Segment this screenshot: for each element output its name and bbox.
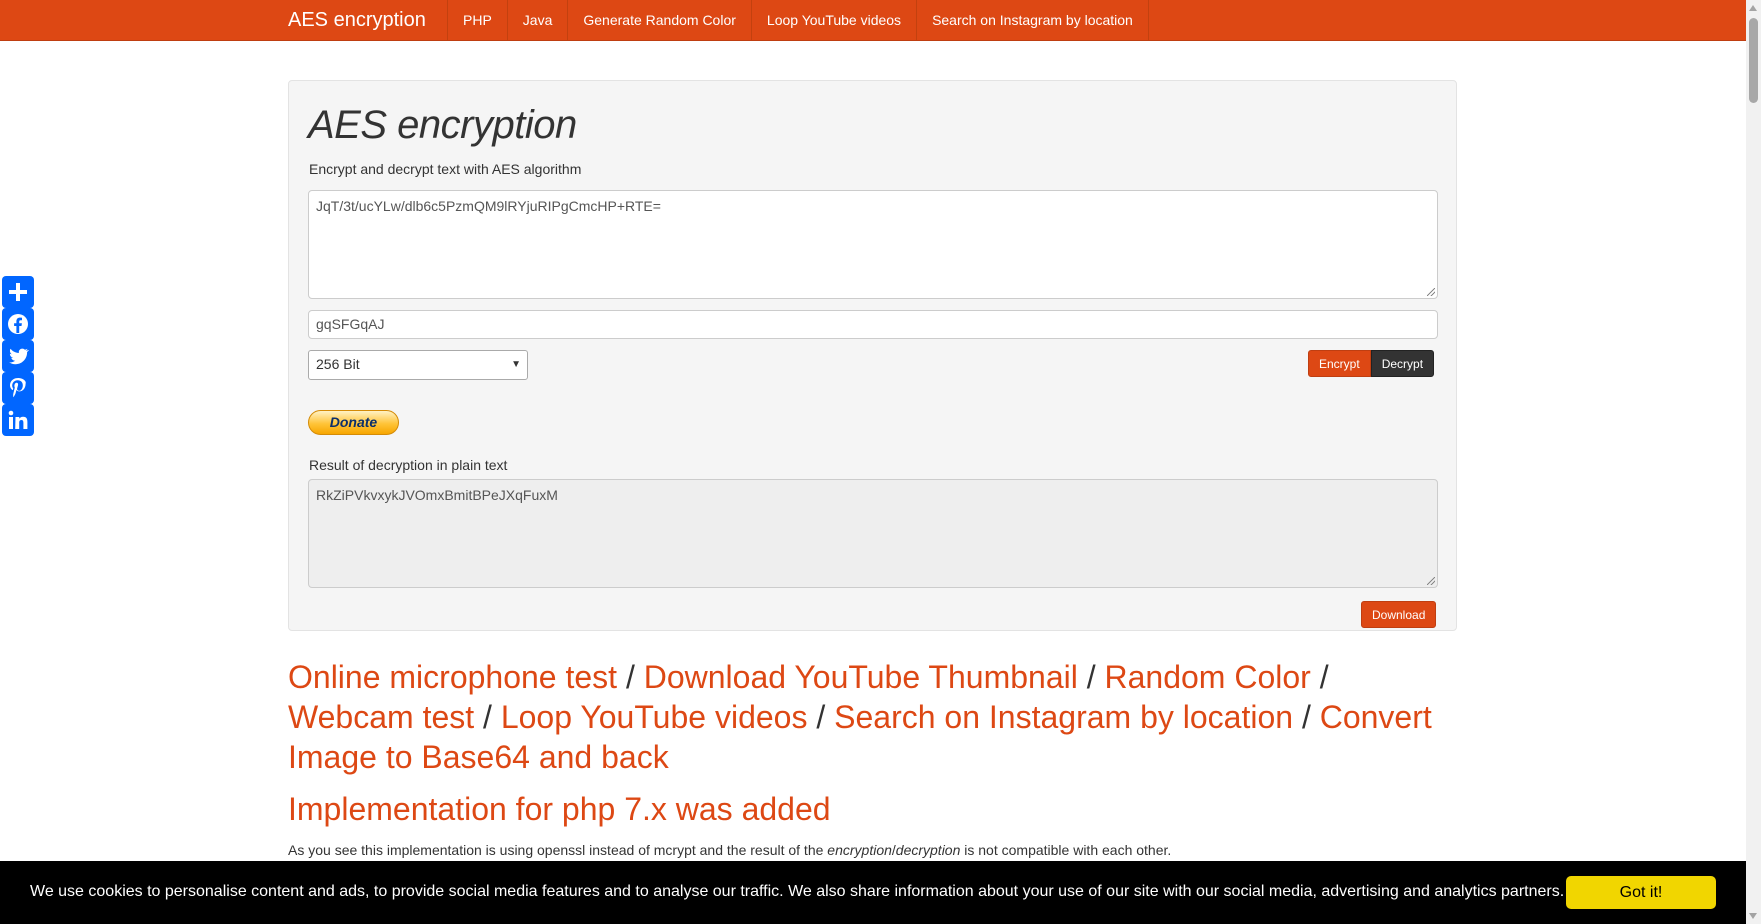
link-separator: / [474, 699, 501, 735]
resize-handle-icon[interactable] [1427, 288, 1435, 296]
nav-item-loop-youtube[interactable]: Loop YouTube videos [750, 0, 916, 40]
secret-key-input[interactable]: gqSFGqAJ [308, 310, 1438, 339]
result-text-value: RkZiPVkvxykJVOmxBmitBPeJXqFuxM [316, 487, 558, 503]
chevron-down-icon: ▼ [511, 359, 521, 370]
donate-button[interactable]: Donate [308, 410, 399, 435]
nav-item-php[interactable]: PHP [447, 0, 507, 40]
link-separator: / [1077, 659, 1105, 695]
link-instagram-location[interactable]: Search on Instagram by location [834, 699, 1293, 735]
top-navbar: AES encryption PHP Java Generate Random … [0, 0, 1746, 41]
encrypt-button[interactable]: Encrypt [1308, 350, 1371, 377]
link-random-color[interactable]: Random Color [1105, 659, 1311, 695]
cookie-banner: We use cookies to personalise content an… [0, 861, 1746, 924]
key-size-value: 256 Bit [316, 356, 360, 372]
cookie-accept-button[interactable]: Got it! [1566, 876, 1716, 909]
page-scrollbar[interactable] [1746, 0, 1761, 924]
link-microphone-test[interactable]: Online microphone test [288, 659, 617, 695]
social-share-bar [2, 276, 34, 436]
input-text-area[interactable]: JqT/3t/ucYLw/dlb6c5PzmQM9lRYjuRIPgCmcHP+… [308, 190, 1438, 299]
link-loop-youtube[interactable]: Loop YouTube videos [501, 699, 808, 735]
page-title: AES encryption [308, 103, 577, 147]
scroll-down-arrow-icon[interactable] [1749, 913, 1757, 919]
page-subtitle: Encrypt and decrypt text with AES algori… [309, 161, 582, 177]
input-text-value: JqT/3t/ucYLw/dlb6c5PzmQM9lRYjuRIPgCmcHP+… [316, 198, 661, 214]
twitter-icon[interactable] [2, 340, 34, 372]
decrypt-button[interactable]: Decrypt [1370, 350, 1435, 377]
aes-tool-panel: AES encryption Encrypt and decrypt text … [288, 80, 1457, 631]
link-webcam-test[interactable]: Webcam test [288, 699, 474, 735]
nav-item-instagram-location[interactable]: Search on Instagram by location [916, 0, 1149, 40]
cookie-message: We use cookies to personalise content an… [30, 883, 1565, 900]
nav-item-java[interactable]: Java [506, 0, 568, 40]
facebook-icon[interactable] [2, 308, 34, 340]
scroll-up-arrow-icon[interactable] [1749, 5, 1757, 11]
resize-handle-icon[interactable] [1427, 577, 1435, 585]
link-separator: / [1293, 699, 1320, 735]
related-links: Online microphone test / Download YouTub… [288, 657, 1458, 777]
action-buttons: Encrypt Decrypt [1308, 350, 1435, 377]
link-separator: / [1310, 659, 1329, 695]
download-button[interactable]: Download [1361, 601, 1437, 628]
link-separator: / [617, 659, 644, 695]
nav-item-random-color[interactable]: Generate Random Color [567, 0, 751, 40]
linkedin-icon[interactable] [2, 404, 34, 436]
implementation-heading: Implementation for php 7.x was added [288, 791, 831, 827]
link-separator: / [807, 699, 835, 735]
scroll-thumb[interactable] [1749, 18, 1758, 103]
implementation-text: As you see this implementation is using … [288, 842, 1172, 858]
share-icon[interactable] [2, 276, 34, 308]
pinterest-icon[interactable] [2, 372, 34, 404]
result-text-area[interactable]: RkZiPVkvxykJVOmxBmitBPeJXqFuxM [308, 479, 1438, 588]
brand-link[interactable]: AES encryption [288, 0, 426, 40]
result-label: Result of decryption in plain text [309, 457, 508, 473]
link-youtube-thumbnail[interactable]: Download YouTube Thumbnail [644, 659, 1078, 695]
nav-menu: PHP Java Generate Random Color Loop YouT… [447, 0, 1149, 40]
key-size-select[interactable]: 256 Bit ▼ [308, 350, 528, 380]
